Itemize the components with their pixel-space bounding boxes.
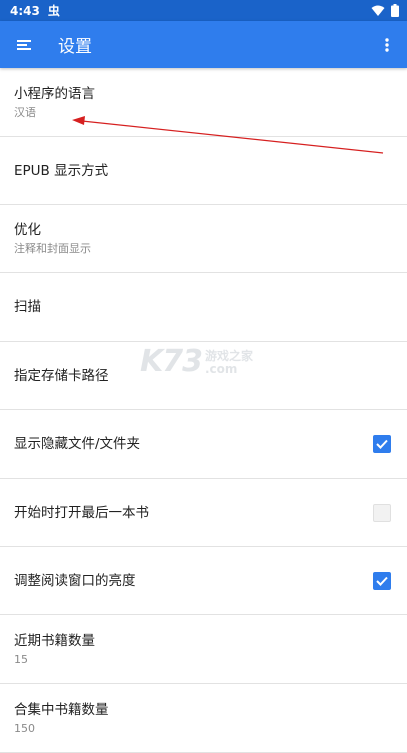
setting-optimize[interactable]: 优化 注释和封面显示 [0,205,407,273]
setting-open-last-book[interactable]: 开始时打开最后一本书 [0,479,407,547]
status-time: 4:43 [10,3,40,18]
setting-label: 近期书籍数量 [14,632,95,649]
setting-label: 显示隐藏文件/文件夹 [14,436,141,452]
setting-scan[interactable]: 扫描 [0,273,407,342]
app-bar: 设置 [0,21,407,68]
brightness-checkbox[interactable] [373,571,391,590]
setting-label: 合集中书籍数量 [14,701,109,718]
more-vert-icon[interactable] [375,33,399,57]
status-bar: 4:43 虫 [0,0,407,21]
settings-list: 小程序的语言 汉语 EPUB 显示方式 优化 注释和封面显示 扫描 指定存储卡路… [0,68,407,753]
open-last-book-checkbox[interactable] [373,503,391,522]
setting-storage-path[interactable]: 指定存储卡路径 [0,342,407,410]
show-hidden-checkbox[interactable] [373,435,391,453]
setting-epub-display[interactable]: EPUB 显示方式 [0,137,407,205]
setting-show-hidden[interactable]: 显示隐藏文件/文件夹 [0,410,407,479]
setting-label: EPUB 显示方式 [14,162,109,179]
page-title: 设置 [58,37,92,57]
setting-recent-books[interactable]: 近期书籍数量 15 [0,615,407,684]
setting-label: 开始时打开最后一本书 [14,504,149,521]
wifi-icon [371,5,385,17]
setting-value: 15 [14,652,28,666]
setting-label: 调整阅读窗口的亮度 [14,572,136,589]
setting-value: 注释和封面显示 [14,242,91,255]
notification-icon: 虫 [47,4,60,18]
setting-collection-books[interactable]: 合集中书籍数量 150 [0,684,407,753]
setting-label: 扫描 [14,299,41,315]
setting-label: 优化 [14,222,41,238]
setting-value: 汉语 [14,105,36,119]
setting-value: 150 [14,721,35,735]
battery-icon [391,4,399,17]
setting-language[interactable]: 小程序的语言 汉语 [0,68,407,137]
setting-label: 小程序的语言 [14,85,95,102]
menu-icon[interactable] [12,33,36,57]
setting-brightness[interactable]: 调整阅读窗口的亮度 [0,547,407,615]
setting-label: 指定存储卡路径 [14,367,109,384]
